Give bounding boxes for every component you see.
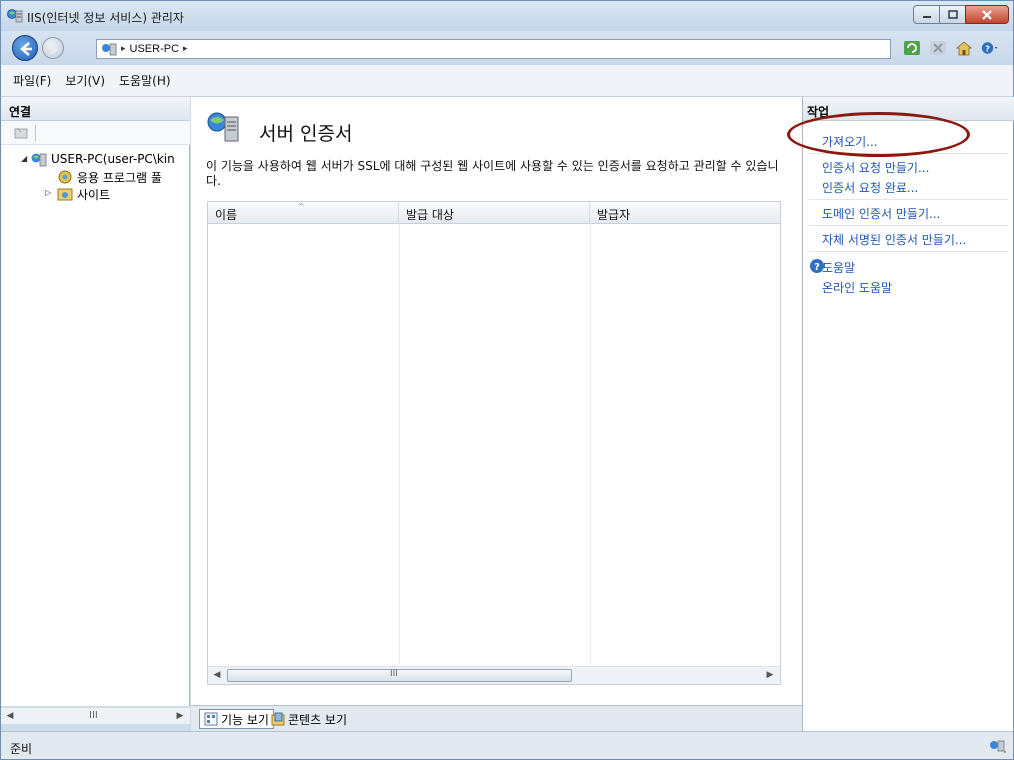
svg-text:?: ? [985, 43, 990, 53]
title-bar: IIS(인터넷 정보 서비스) 관리자 [1, 1, 1013, 31]
close-button[interactable] [965, 5, 1009, 24]
scroll-left-icon[interactable]: ◀ [3, 710, 17, 723]
action-create-self-signed-certificate[interactable]: 자체 서명된 인증서 만들기... [822, 231, 966, 248]
action-complete-certificate-request[interactable]: 인증서 요청 완료... [822, 179, 918, 196]
address-field[interactable]: ▸ USER-PC ▸ [96, 39, 891, 59]
window-controls [913, 5, 1009, 25]
connections-hscrollbar[interactable]: ◀ III ▶ [1, 707, 190, 724]
content-area: 서버 인증서 이 기능을 사용하여 웹 서버가 SSL에 대해 구성된 웹 사이… [191, 97, 802, 705]
content-view-icon [271, 712, 285, 726]
back-arrow-icon [20, 42, 32, 56]
column-header-issued-to[interactable]: 발급 대상 [399, 202, 590, 224]
close-icon [982, 9, 992, 20]
menu-help[interactable]: 도움말(H) [119, 72, 171, 89]
connect-icon[interactable] [13, 126, 29, 140]
scroll-grip: III [390, 669, 398, 679]
tree-node-app-pools[interactable]: 응용 프로그램 풀 [1, 168, 190, 185]
menu-bar: 파일(F) 보기(V) 도움말(H) [1, 65, 1013, 97]
server-icon [31, 153, 47, 167]
toolbar-separator [35, 125, 36, 141]
feature-description: 이 기능을 사용하여 웹 서버가 SSL에 대해 구성된 웹 사이트에 사용할 … [206, 159, 779, 188]
minimize-button[interactable] [913, 5, 940, 24]
tab-features-view[interactable]: 기능 보기 [199, 709, 274, 729]
tree-expander-collapsed[interactable]: ▷ [45, 189, 53, 197]
refresh-icon[interactable] [903, 40, 921, 56]
actions-panel: 작업 가져오기... 인증서 요청 만들기... 인증서 요청 완료... 도메… [802, 97, 1014, 731]
maximize-button[interactable] [939, 5, 966, 24]
tree-label: 응용 프로그램 풀 [77, 171, 162, 185]
scroll-right-icon[interactable]: ▶ [173, 710, 187, 723]
tree-node-sites[interactable]: ▷ 사이트 [1, 185, 190, 202]
iis-app-icon [7, 9, 23, 23]
actions-divider [809, 251, 1008, 252]
maximize-icon [947, 10, 958, 19]
connections-header: 연결 [1, 97, 190, 121]
sort-ascending-icon: ^ [298, 202, 305, 211]
home-icon[interactable] [955, 40, 973, 56]
connections-toolbar [1, 121, 190, 145]
sites-folder-icon [57, 188, 73, 201]
scroll-thumb[interactable]: III [227, 669, 572, 682]
window-title: IIS(인터넷 정보 서비스) 관리자 [27, 11, 184, 25]
tab-label: 기능 보기 [221, 712, 269, 727]
address-bar: ▸ USER-PC ▸ ? [1, 31, 1013, 65]
connections-tree: ◢ USER-PC(user-PC\kin 응용 프로그램 풀 ▷ 사이트 [1, 151, 190, 202]
tree-node-server[interactable]: ◢ USER-PC(user-PC\kin [1, 151, 190, 168]
tab-content-view[interactable]: 콘텐츠 보기 [267, 709, 351, 729]
help-dropdown-icon[interactable]: ? [981, 40, 999, 56]
actions-divider [809, 225, 1008, 226]
action-create-certificate-request[interactable]: 인증서 요청 만들기... [822, 159, 929, 176]
list-header: 이름 ^ 발급 대상 발급자 [208, 202, 780, 224]
action-create-domain-certificate[interactable]: 도메인 인증서 만들기... [822, 205, 940, 222]
column-header-issued-by[interactable]: 발급자 [590, 202, 780, 224]
stop-icon[interactable] [929, 40, 947, 56]
tree-label: 사이트 [77, 188, 111, 202]
actions-divider [809, 199, 1008, 200]
server-status-icon [990, 740, 1006, 753]
address-tools: ? [895, 40, 999, 56]
scroll-left-icon[interactable]: ◀ [210, 669, 224, 682]
certificates-list[interactable]: 이름 ^ 발급 대상 발급자 ◀ III ▶ [207, 201, 781, 685]
connections-panel: 연결 ◢ USER-PC(user-PC\kin 응용 프로그램 풀 ▷ 사이트… [1, 97, 190, 724]
breadcrumb-user-pc[interactable]: USER-PC [130, 43, 180, 55]
status-bar: 준비 [1, 731, 1013, 759]
page-title: 서버 인증서 [259, 123, 353, 145]
forward-arrow-icon [48, 43, 59, 55]
svg-text:?: ? [814, 262, 820, 273]
status-text: 준비 [10, 742, 33, 756]
action-help[interactable]: 도움말 [822, 259, 855, 276]
features-view-icon [204, 712, 218, 726]
menu-view[interactable]: 보기(V) [65, 72, 105, 89]
menu-file[interactable]: 파일(F) [13, 72, 51, 89]
scroll-right-icon[interactable]: ▶ [763, 669, 777, 682]
server-certificates-icon [207, 112, 239, 142]
column-divider [399, 224, 400, 664]
forward-button[interactable] [42, 37, 64, 59]
back-button[interactable] [12, 35, 38, 61]
scroll-grip[interactable]: III [89, 710, 98, 721]
view-tabs: 기능 보기 콘텐츠 보기 [191, 705, 802, 731]
column-header-name[interactable]: 이름 ^ [208, 202, 399, 224]
tree-label: USER-PC(user-PC\kin [51, 152, 175, 166]
tab-label: 콘텐츠 보기 [288, 712, 348, 727]
breadcrumb-separator[interactable]: ▸ [121, 44, 126, 54]
column-divider [590, 224, 591, 664]
highlight-annotation [787, 112, 970, 157]
breadcrumb-dropdown-arrow[interactable]: ▸ [183, 44, 188, 54]
tree-expander-expanded[interactable]: ◢ [21, 155, 29, 163]
action-online-help[interactable]: 온라인 도움말 [822, 279, 892, 296]
server-node-icon [102, 43, 117, 56]
minimize-icon [922, 15, 931, 18]
list-hscrollbar[interactable]: ◀ III ▶ [208, 666, 780, 684]
app-pool-icon [58, 170, 72, 184]
